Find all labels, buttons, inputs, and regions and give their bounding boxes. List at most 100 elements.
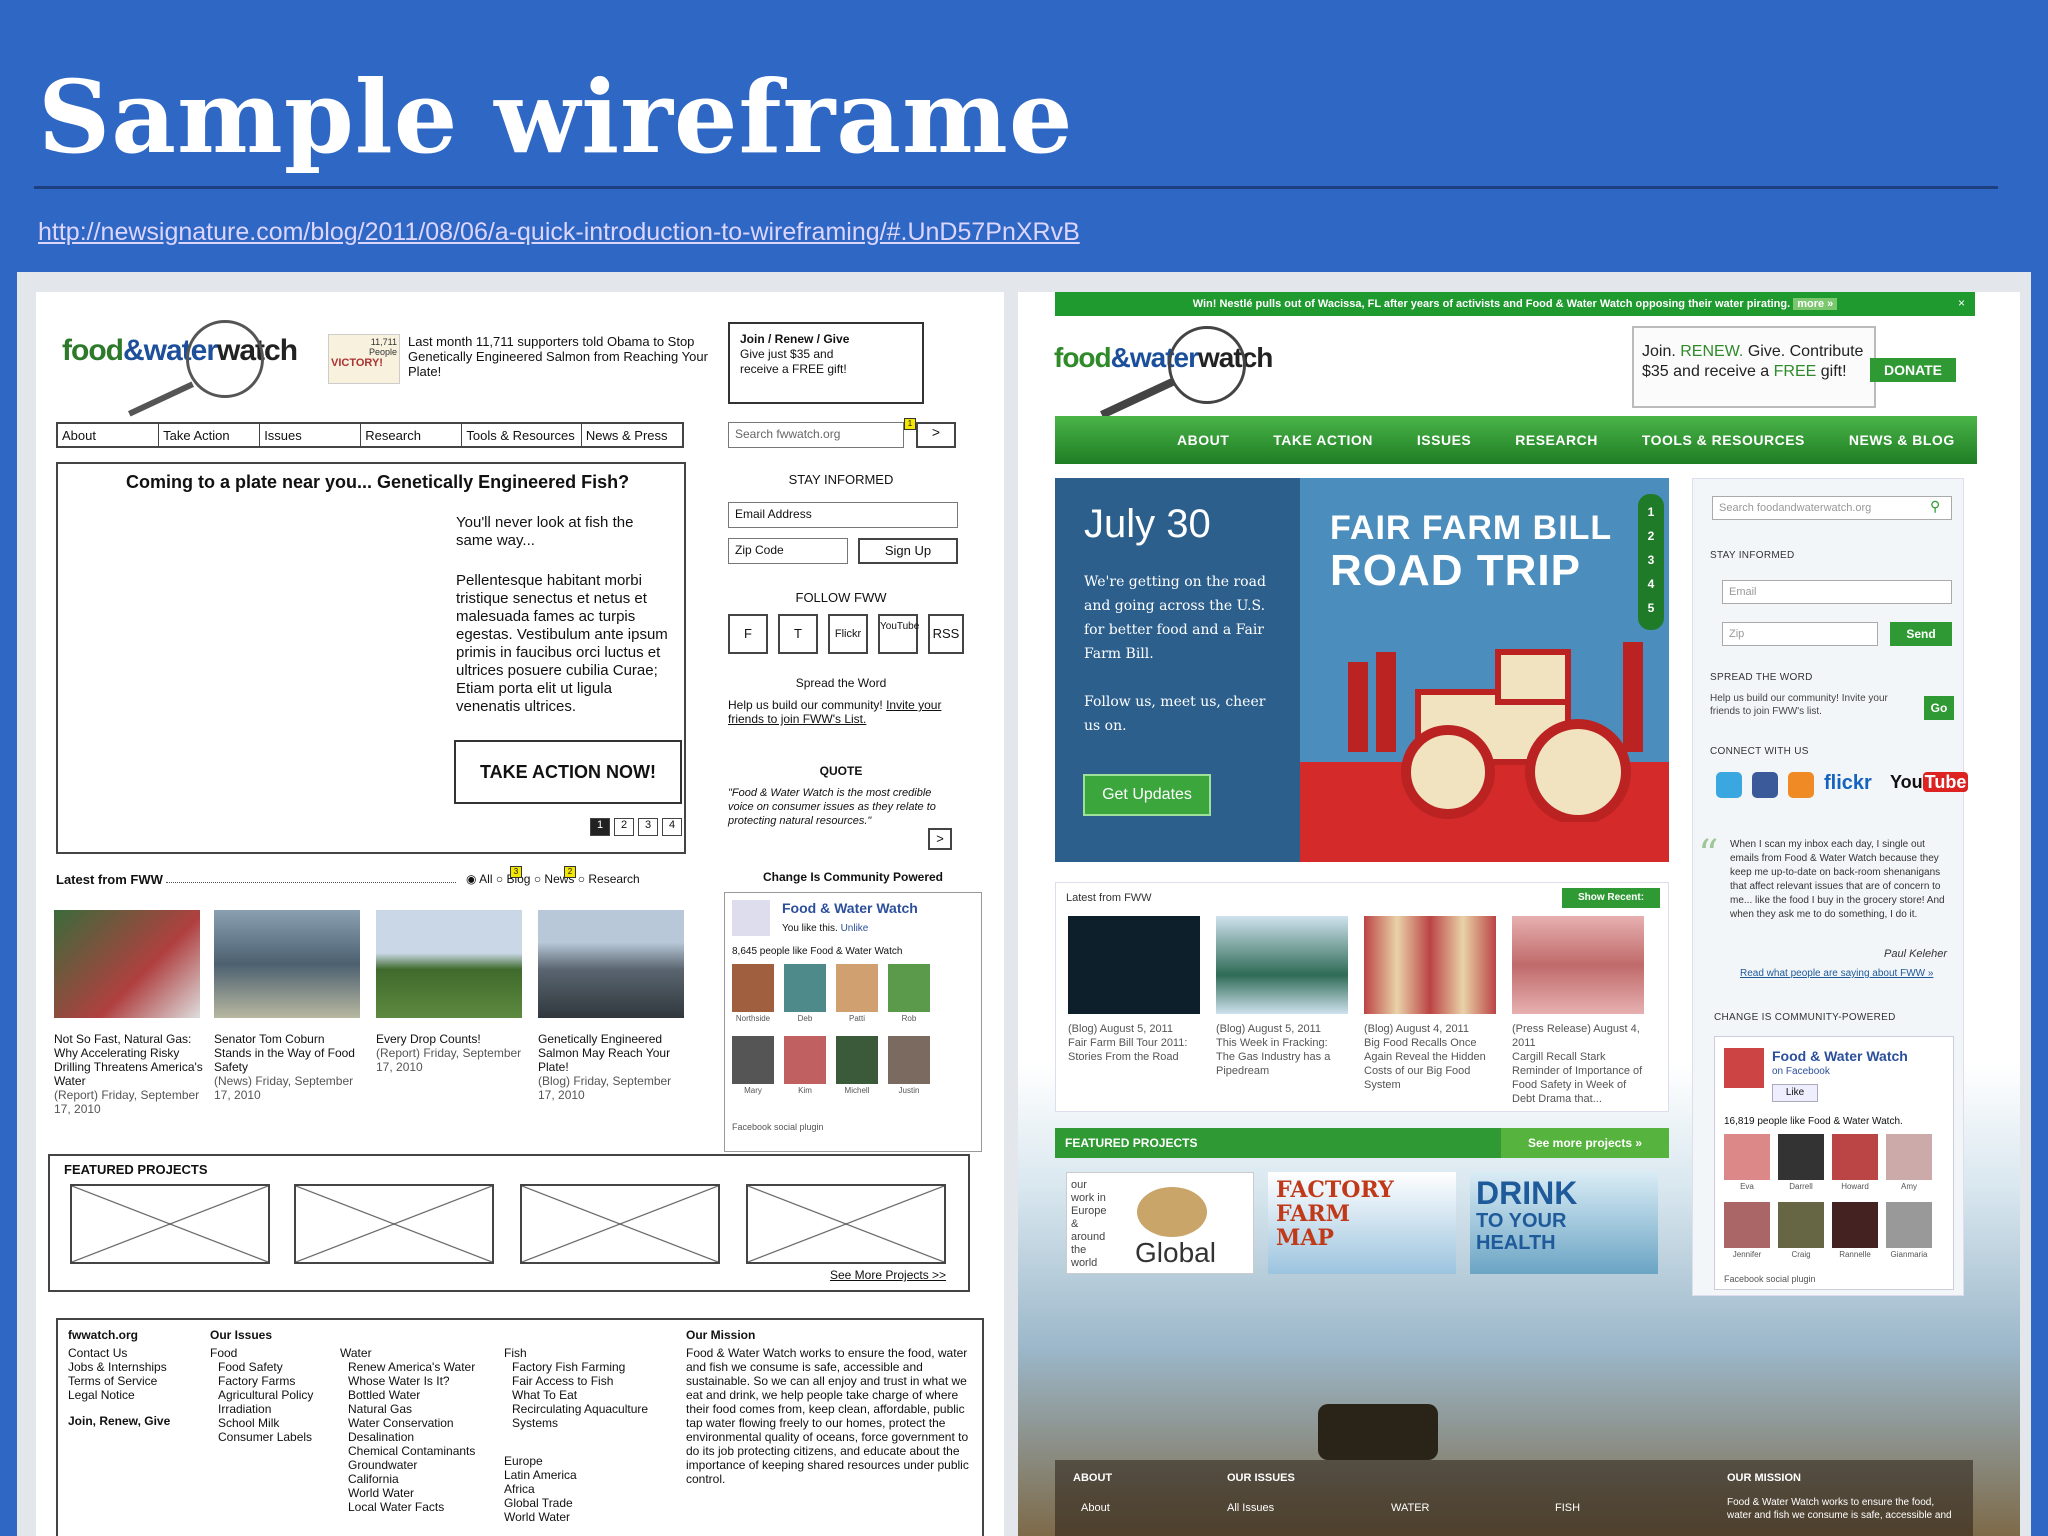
donate-button[interactable]: DONATE (1870, 358, 1956, 382)
announcement-more-link[interactable]: more » (1793, 298, 1838, 310)
youtube-button[interactable]: YouTube (878, 614, 919, 654)
project-factory-farm-map[interactable]: FACTORY FARM MAP (1268, 1172, 1456, 1274)
article-title[interactable]: Every Drop Counts! (376, 1032, 526, 1046)
fan-photo[interactable] (1724, 1134, 1770, 1180)
page-3[interactable]: 3 (638, 818, 658, 836)
hero-page-1[interactable]: 1 (1638, 500, 1664, 524)
fan-photo[interactable] (1886, 1202, 1932, 1248)
featured-placeholder-1[interactable] (70, 1184, 270, 1264)
footer-link[interactable]: Jobs & Internships (68, 1360, 170, 1374)
article-thumb-1[interactable] (54, 910, 200, 1018)
footer-link[interactable]: About (1081, 1502, 1110, 1514)
footer-link[interactable]: WATER (1391, 1502, 1430, 1514)
fan-photo[interactable] (1832, 1202, 1878, 1248)
footer-link[interactable]: FISH (1555, 1502, 1580, 1514)
article-thumb-3[interactable] (376, 910, 522, 1018)
nav-take-action[interactable]: Take Action (159, 424, 261, 446)
flickr-button[interactable]: Flickr (828, 614, 868, 654)
fan-photo[interactable] (836, 964, 878, 1012)
join-box[interactable]: Join / Renew / Give Give just $35 and rec… (728, 322, 924, 404)
footer-region[interactable]: Latin America (504, 1468, 664, 1482)
nav-research[interactable]: Research (361, 424, 463, 446)
take-action-button[interactable]: TAKE ACTION NOW! (454, 740, 682, 804)
footer-issue[interactable]: Factory Fish Farming (512, 1360, 664, 1374)
email-field[interactable]: Email Address (728, 502, 958, 528)
footer-issue[interactable]: Bottled Water (348, 1388, 475, 1402)
fan-photo[interactable] (784, 964, 826, 1012)
post-thumb-3[interactable] (1364, 916, 1496, 1014)
footer-issue[interactable]: Factory Farms (218, 1374, 313, 1388)
nav-issues[interactable]: ISSUES (1395, 416, 1493, 464)
fan-photo[interactable] (732, 964, 774, 1012)
hero-page-5[interactable]: 5 (1638, 596, 1664, 620)
footer-issue[interactable]: World Water (348, 1486, 475, 1500)
post-title[interactable]: Fair Farm Bill Tour 2011: Stories From t… (1068, 1036, 1200, 1064)
footer-issue[interactable]: Fish (504, 1346, 664, 1360)
hero-page-3[interactable]: 3 (1638, 548, 1664, 572)
signup-button[interactable]: Sign Up (858, 538, 958, 564)
footer-issue[interactable]: Recirculating Aquaculture Systems (512, 1402, 664, 1430)
quote-next-button[interactable]: > (928, 828, 952, 850)
search-go-button[interactable]: > (916, 422, 956, 448)
footer-region[interactable]: Global Trade (504, 1496, 664, 1510)
twitter-button[interactable]: T (778, 614, 818, 654)
footer-issue[interactable]: What To Eat (512, 1388, 664, 1402)
fb-page-name[interactable]: Food & Water Watch (782, 900, 918, 916)
post-thumb-2[interactable] (1216, 916, 1348, 1014)
nav-about[interactable]: About (58, 424, 160, 446)
youtube-you[interactable]: You (1890, 772, 1923, 792)
article-thumb-4[interactable] (538, 910, 684, 1018)
fan-photo[interactable] (836, 1036, 878, 1084)
footer-issue[interactable]: Desalination (348, 1430, 475, 1444)
nav-about[interactable]: ABOUT (1155, 416, 1251, 464)
fan-photo[interactable] (732, 1036, 774, 1084)
testimonials-link[interactable]: Read what people are saying about FWW » (1740, 968, 1933, 979)
fb-like-button[interactable]: Like (1772, 1084, 1818, 1102)
footer-issue[interactable]: Whose Water Is It? (348, 1374, 475, 1388)
hero-page-4[interactable]: 4 (1638, 572, 1664, 596)
see-more-projects-link[interactable]: See more projects » (1501, 1128, 1669, 1158)
footer-issue[interactable]: Food Safety (218, 1360, 313, 1374)
article-thumb-2[interactable] (214, 910, 360, 1018)
promo-text[interactable]: Last month 11,711 supporters told Obama … (408, 334, 708, 379)
post-thumb-4[interactable] (1512, 916, 1644, 1014)
post-thumb-1[interactable] (1068, 916, 1200, 1014)
fb-page-name[interactable]: Food & Water Watch (1772, 1048, 1908, 1064)
article-title[interactable]: Not So Fast, Natural Gas: Why Accelerati… (54, 1032, 204, 1088)
see-more-projects-link[interactable]: See More Projects >> (830, 1268, 946, 1282)
footer-link[interactable]: Legal Notice (68, 1388, 170, 1402)
nav-research[interactable]: RESEARCH (1493, 416, 1620, 464)
page-2[interactable]: 2 (614, 818, 634, 836)
post-title[interactable]: This Week in Fracking: The Gas Industry … (1216, 1036, 1348, 1078)
nav-issues[interactable]: Issues (260, 424, 362, 446)
spread-go-button[interactable]: Go (1924, 696, 1954, 720)
youtube-tube[interactable]: Tube (1922, 772, 1969, 792)
footer-issue[interactable]: Consumer Labels (218, 1430, 313, 1444)
get-updates-button[interactable]: Get Updates (1083, 774, 1211, 816)
footer-issue[interactable]: Chemical Contaminants (348, 1444, 475, 1458)
facebook-button[interactable]: F (728, 614, 768, 654)
fan-photo[interactable] (1724, 1202, 1770, 1248)
footer-link[interactable]: Terms of Service (68, 1374, 170, 1388)
search-input[interactable]: Search foodandwaterwatch.org (1712, 496, 1952, 520)
footer-issue[interactable]: Agricultural Policy (218, 1388, 313, 1402)
nav-news-blog[interactable]: NEWS & BLOG (1827, 416, 1977, 464)
zip-field[interactable]: Zip (1722, 622, 1878, 646)
rss-icon[interactable] (1788, 772, 1814, 798)
join-box[interactable]: Join. RENEW. Give. Contribute $35 and re… (1632, 326, 1876, 408)
nav-tools[interactable]: Tools & Resources (462, 424, 582, 446)
source-link[interactable]: http://newsignature.com/blog/2011/08/06/… (38, 218, 1080, 247)
facebook-icon[interactable] (1752, 772, 1778, 798)
fan-photo[interactable] (1778, 1202, 1824, 1248)
footer-issue[interactable]: Natural Gas (348, 1402, 475, 1416)
page-1[interactable]: 1 (590, 818, 610, 836)
footer-link[interactable]: Contact Us (68, 1346, 170, 1360)
search-input[interactable]: Search fwwatch.org (728, 422, 904, 448)
show-recent-dropdown[interactable]: Show Recent: (1562, 888, 1660, 908)
footer-join[interactable]: Join, Renew, Give (68, 1414, 170, 1428)
zip-field[interactable]: Zip Code (728, 538, 848, 564)
rss-button[interactable]: RSS (928, 614, 964, 654)
hero-page-2[interactable]: 2 (1638, 524, 1664, 548)
footer-link[interactable]: All Issues (1227, 1502, 1274, 1514)
email-field[interactable]: Email (1722, 580, 1952, 604)
